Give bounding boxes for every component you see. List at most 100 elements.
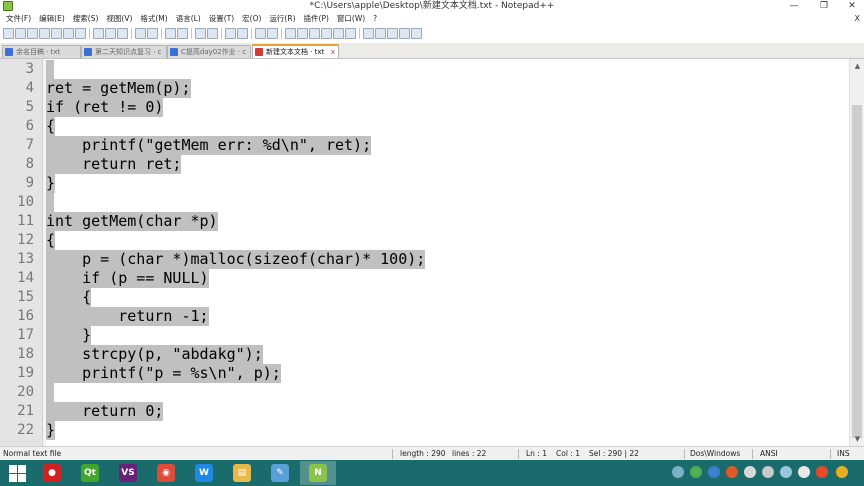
replace-icon[interactable] <box>177 27 188 39</box>
redo-icon[interactable] <box>147 27 158 39</box>
code-editor[interactable]: 3 4 ret = getMem(p); 5 if (ret != 0) 6{7 prin… <box>0 59 849 446</box>
taskbar-button[interactable]: ✎ <box>262 461 298 485</box>
menu-file[interactable]: 文件(F) <box>2 13 35 25</box>
code-line[interactable]: 10 <box>0 193 849 212</box>
close-all-icon[interactable] <box>63 27 74 39</box>
code-text: int getMem(char *p) <box>46 212 218 231</box>
taskbar-button[interactable]: W <box>186 461 222 485</box>
line-number: 20 <box>17 384 34 400</box>
scroll-up-arrow-icon[interactable]: ▲ <box>850 59 864 73</box>
tray-monitor-icon[interactable] <box>744 466 756 478</box>
code-line[interactable]: 20 <box>0 383 849 402</box>
function-list-icon[interactable] <box>321 27 332 39</box>
code-line[interactable]: 14 if (p == NULL) <box>0 269 849 288</box>
tab-close-icon[interactable]: x <box>331 46 335 58</box>
menu-search[interactable]: 搜索(S) <box>69 13 103 25</box>
tray-input-method-icon[interactable] <box>836 466 848 478</box>
cut-icon[interactable] <box>93 27 104 39</box>
tray-speaker-icon[interactable] <box>762 466 774 478</box>
taskbar-button[interactable]: Qt <box>72 461 108 485</box>
taskbar-button[interactable]: ◉ <box>148 461 184 485</box>
folder-as-workspace-icon[interactable] <box>333 27 344 39</box>
close-button[interactable]: ✕ <box>842 0 862 13</box>
scrollbar-thumb[interactable] <box>852 105 862 438</box>
code-line[interactable]: 5 if (ret != 0) <box>0 98 849 117</box>
tray-antivirus-icon[interactable] <box>816 466 828 478</box>
taskbar-button[interactable]: ▤ <box>224 461 260 485</box>
word-wrap-icon[interactable] <box>255 27 266 39</box>
code-line[interactable]: 8 return ret; <box>0 155 849 174</box>
paste-icon[interactable] <box>117 27 128 39</box>
line-number: 11 <box>17 213 34 229</box>
save-all-icon[interactable] <box>39 27 50 39</box>
undo-icon[interactable] <box>135 27 146 39</box>
code-line[interactable]: 12 { <box>0 231 849 250</box>
code-line[interactable]: 7 printf("getMem err: %d\n", ret); <box>0 136 849 155</box>
menu-edit[interactable]: 编辑(E) <box>35 13 69 25</box>
sync-scroll-horizontal-icon[interactable] <box>237 27 248 39</box>
tray-app-icon[interactable] <box>690 466 702 478</box>
tray-flag-icon[interactable] <box>798 466 810 478</box>
save-icon[interactable] <box>27 27 38 39</box>
code-line[interactable]: 22} <box>0 421 849 440</box>
tray-wifi-icon[interactable] <box>780 466 792 478</box>
close-file-icon[interactable] <box>51 27 62 39</box>
windows-start-icon[interactable] <box>3 464 31 482</box>
menu-run[interactable]: 运行(R) <box>265 13 299 25</box>
menu-window[interactable]: 窗口(W) <box>333 13 369 25</box>
monitoring-icon[interactable] <box>345 27 356 39</box>
document-close-button[interactable]: X <box>855 13 860 25</box>
toolbar-separator <box>359 27 360 39</box>
menu-format[interactable]: 格式(M) <box>136 13 171 25</box>
code-line[interactable]: 16 return -1; <box>0 307 849 326</box>
copy-icon[interactable] <box>105 27 116 39</box>
document-map-icon[interactable] <box>309 27 320 39</box>
tray-cloud-icon[interactable] <box>708 466 720 478</box>
zoom-out-icon[interactable] <box>207 27 218 39</box>
code-line[interactable]: 17 } <box>0 326 849 345</box>
menu-language[interactable]: 语言(L) <box>172 13 205 25</box>
tray-network-icon[interactable] <box>672 466 684 478</box>
code-line[interactable]: 15 { <box>0 288 849 307</box>
tab-document-3[interactable]: C提高day02作业 · c <box>167 45 251 58</box>
code-line[interactable]: 6{ <box>0 117 849 136</box>
tab-document-active[interactable]: 新建文本文档 · txt x <box>252 44 339 58</box>
code-line[interactable]: 11 int getMem(char *p) <box>0 212 849 231</box>
find-icon[interactable] <box>165 27 176 39</box>
tab-document-2[interactable]: 第二天知识点复习 · c <box>81 45 167 58</box>
vertical-scrollbar[interactable]: ▲ ▼ <box>849 59 864 446</box>
user-defined-language-icon[interactable] <box>297 27 308 39</box>
taskbar-button[interactable]: N <box>300 461 336 485</box>
scroll-down-arrow-icon[interactable]: ▼ <box>850 432 864 446</box>
code-line[interactable]: 4 ret = getMem(p); <box>0 79 849 98</box>
menu-view[interactable]: 视图(V) <box>102 13 136 25</box>
new-file-icon[interactable] <box>3 27 14 39</box>
menu-settings[interactable]: 设置(T) <box>205 13 238 25</box>
maximize-button[interactable]: ❐ <box>814 0 834 13</box>
run-macro-multiple-icon[interactable] <box>399 27 410 39</box>
menu-help[interactable]: ? <box>369 13 381 25</box>
sync-scroll-vertical-icon[interactable] <box>225 27 236 39</box>
code-line[interactable]: 19 printf("p = %s\n", p); <box>0 364 849 383</box>
show-all-characters-icon[interactable] <box>267 27 278 39</box>
tray-security-icon[interactable] <box>726 466 738 478</box>
code-line[interactable]: 21 return 0; <box>0 402 849 421</box>
code-line[interactable]: 3 <box>0 60 849 79</box>
menu-macro[interactable]: 宏(O) <box>238 13 265 25</box>
indent-guide-icon[interactable] <box>285 27 296 39</box>
code-line[interactable]: 13 p = (char *)malloc(sizeof(char)* 100)… <box>0 250 849 269</box>
save-macro-icon[interactable] <box>411 27 422 39</box>
code-line[interactable]: 18 strcpy(p, "abdakg"); <box>0 345 849 364</box>
open-file-icon[interactable] <box>15 27 26 39</box>
print-icon[interactable] <box>75 27 86 39</box>
playback-macro-icon[interactable] <box>387 27 398 39</box>
code-line[interactable]: 9} <box>0 174 849 193</box>
tab-document-1[interactable]: 余名目稿 · txt <box>2 45 81 58</box>
minimize-button[interactable]: — <box>784 0 804 13</box>
menu-plugins[interactable]: 插件(P) <box>300 13 333 25</box>
taskbar-button[interactable]: VS <box>110 461 146 485</box>
record-macro-icon[interactable] <box>363 27 374 39</box>
zoom-in-icon[interactable] <box>195 27 206 39</box>
stop-recording-icon[interactable] <box>375 27 386 39</box>
taskbar-button[interactable]: ● <box>34 461 70 485</box>
